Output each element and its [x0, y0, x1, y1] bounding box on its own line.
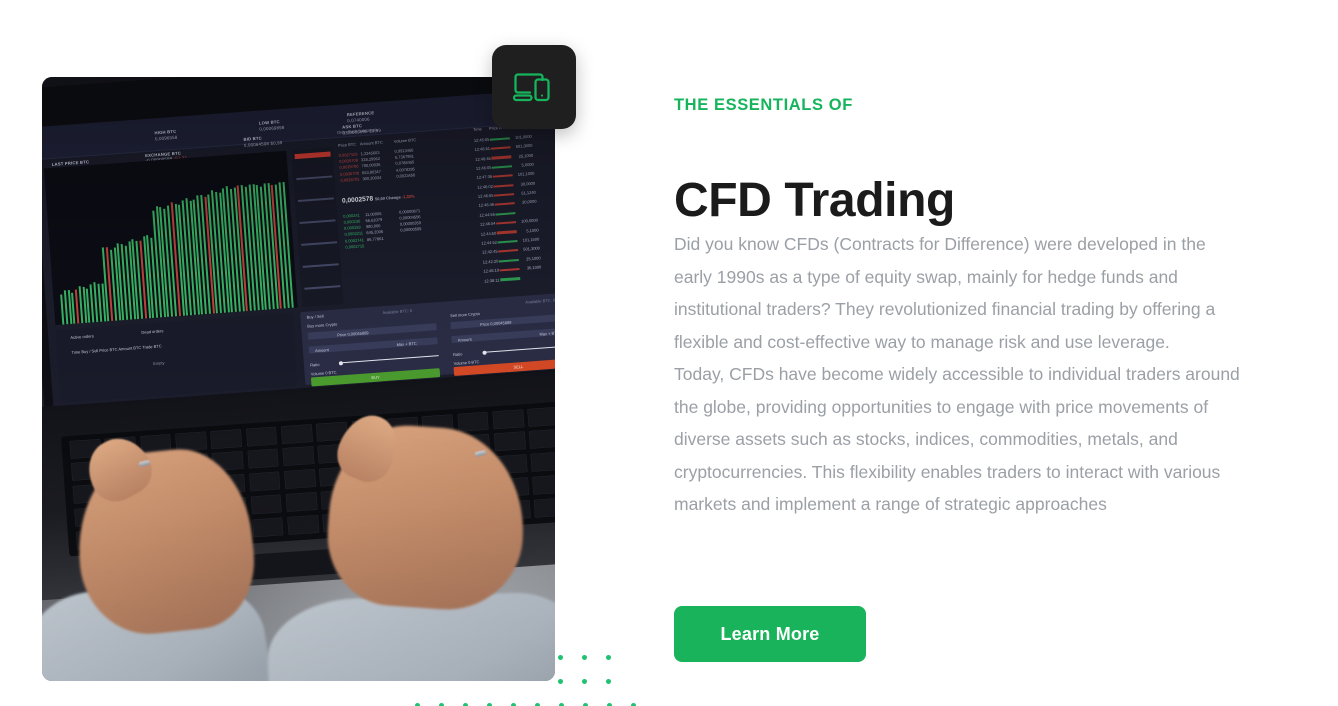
dot-grid-row	[415, 693, 636, 706]
keyboard-key	[492, 409, 525, 430]
screen-order-book: Order Book 6 decimals Price BTC Amount BTC…	[337, 109, 555, 300]
keyboard-key	[250, 494, 283, 515]
screen-ticker: REFERENCE 0,0740006	[347, 110, 376, 124]
depth-level	[296, 175, 333, 180]
keyboard-key	[252, 517, 284, 538]
order-book-mid-price: 0,0002578 50,50 Change -1,33%	[342, 193, 416, 206]
dot	[583, 702, 588, 706]
trade-panel-ratio-slider[interactable]	[339, 355, 439, 364]
depth-level	[297, 197, 335, 202]
depth-level	[299, 219, 336, 224]
dot	[582, 678, 587, 684]
dot	[559, 702, 564, 706]
screen-ticker: BID BTC 0,00064508 $0,99	[243, 135, 284, 148]
trade-panel-max-label: Max + BTC	[396, 341, 418, 348]
keyboard-key	[284, 469, 317, 490]
keyboard-key	[529, 429, 555, 450]
screen-price-chart	[44, 150, 298, 325]
text-column: THE ESSENTIALS OF CFD Trading Did you kn…	[674, 0, 1274, 706]
screen-ticker: LOW BTC 0,00069898	[259, 119, 286, 132]
depth-level	[302, 262, 340, 268]
trade-panel-tab[interactable]: Buy / Sell	[307, 314, 324, 320]
trade-row: 12:38:11	[484, 274, 542, 284]
order-book-bids: 0,000241 11,00005 0,00000871 0,000236 56,610…	[343, 207, 423, 250]
keyboard-key	[247, 449, 280, 470]
keyboard-key	[457, 411, 490, 432]
keyboard-key	[287, 514, 320, 535]
trading-photo: LAST PRICE BTC0,00024758 53,95EXCHANGE B…	[42, 77, 555, 681]
cfd-trading-section: LAST PRICE BTC0,00024758 53,95EXCHANGE B…	[0, 0, 1338, 706]
screen-depth-pane	[291, 146, 345, 307]
dot	[487, 702, 492, 706]
dot	[631, 702, 636, 706]
keyboard-key	[531, 452, 555, 473]
trade-panel-ratio-knob[interactable]	[482, 350, 487, 356]
keyboard-key	[249, 471, 281, 492]
orders-tab[interactable]: Dead orders	[142, 328, 164, 335]
screen-ticker: HIGH BTC 0,0096558	[154, 128, 179, 141]
keyboard-key	[245, 426, 278, 447]
dot	[415, 702, 420, 706]
trade-panel-heading: Sell more Crypto	[450, 310, 481, 319]
screen-trade-panel: Buy / Sell Buy more Crypto Available BTC: …	[300, 290, 555, 387]
keyboard-key	[210, 428, 243, 449]
trade-panel-price-label: Price 0,00045889	[480, 319, 513, 327]
dot	[558, 678, 563, 684]
dot-grid-row	[558, 645, 627, 669]
screen-orders-panel: Active orders Dead orders Time Buy / Sell …	[56, 312, 298, 403]
order-book-asks: 0,0027103 1,2345603 0,9913456 0,0025708 328,…	[338, 147, 416, 183]
orders-columns: Time Buy / Sell Price BTC Amount BTC Tra…	[71, 342, 163, 355]
learn-more-button[interactable]: Learn More	[674, 606, 866, 662]
page-title: CFD Trading	[674, 174, 955, 228]
trade-panel-amount-label: Amount	[315, 347, 330, 354]
order-book-title: Order Book 6 decimals	[337, 127, 379, 136]
trade-panel-heading: Buy more Crypto	[307, 321, 338, 329]
media-column: LAST PRICE BTC0,00024758 53,95EXCHANGE B…	[0, 0, 660, 706]
dot	[511, 702, 516, 706]
keyboard-key	[282, 446, 315, 467]
dot	[582, 654, 587, 660]
trade-panel-price-label: Price 0,00045889	[337, 329, 370, 338]
dot-grid-row	[558, 669, 627, 693]
trade-panel-amount-label: Amount	[458, 337, 473, 344]
keyboard-key	[534, 497, 555, 518]
photo-background: LAST PRICE BTC0,00024758 53,95EXCHANGE B…	[42, 77, 555, 681]
trade-panel-ratio-label: Ratio	[310, 362, 321, 368]
trade-panel-ratio-slider[interactable]	[482, 345, 555, 354]
keyboard-key	[532, 474, 555, 495]
order-book-columns: Price BTC Amount BTC Volume BTC	[338, 136, 417, 148]
orders-tab[interactable]: Active orders	[71, 333, 95, 340]
trade-panel-max-label: Max + BTC	[539, 330, 555, 338]
devices-badge	[492, 45, 576, 129]
dot	[558, 654, 563, 660]
depth-alert-bar	[294, 151, 332, 160]
devices-laptop-phone-icon	[513, 69, 555, 105]
dot	[607, 702, 612, 706]
body-paragraph-1: Did you know CFDs (Contracts for Differe…	[674, 234, 1216, 352]
section-body: Did you know CFDs (Contracts for Differe…	[674, 228, 1240, 521]
orders-empty-label: Empty	[153, 360, 166, 367]
keyboard-key	[494, 431, 526, 452]
trade-panel-available: Available BTC: 0	[382, 307, 413, 315]
depth-level	[304, 284, 341, 290]
dot	[606, 654, 611, 660]
trade-panel-available: Available BTC: 0	[525, 297, 555, 305]
depth-level	[301, 241, 338, 246]
keyboard-key	[281, 423, 313, 445]
dot	[439, 702, 444, 706]
keyboard-key	[285, 492, 318, 513]
dot	[606, 678, 611, 684]
keyboard-key	[527, 406, 555, 427]
section-eyebrow: THE ESSENTIALS OF	[674, 96, 853, 114]
trade-panel-ratio-label: Ratio	[453, 351, 464, 358]
laptop-screen: LAST PRICE BTC0,00024758 53,95EXCHANGE B…	[42, 86, 555, 407]
dot	[463, 702, 468, 706]
body-paragraph-2: Today, CFDs have become widely accessibl…	[674, 364, 1240, 514]
dot	[535, 702, 540, 706]
